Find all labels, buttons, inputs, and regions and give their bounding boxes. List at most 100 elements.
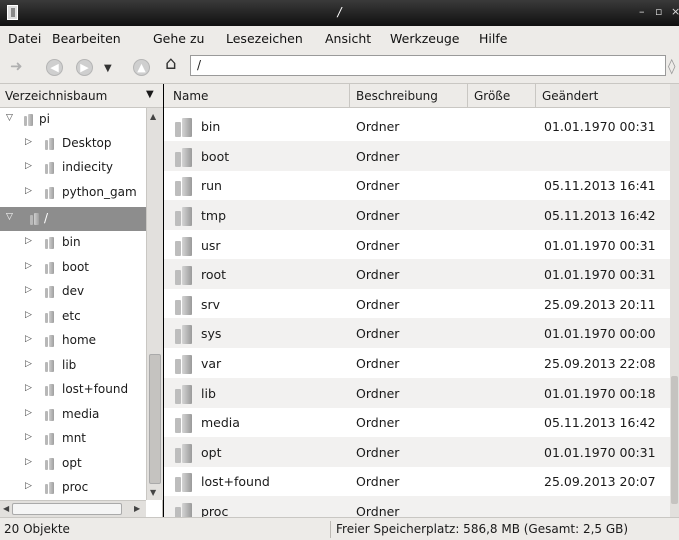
table-row[interactable]: bin Ordner 01.01.1970 00:31 [164, 111, 670, 141]
tree-item-label: etc [62, 309, 81, 323]
scroll-left-icon[interactable]: ◀ [3, 504, 9, 513]
folder-icon [29, 212, 40, 226]
collapsed-arrow-icon[interactable]: ▷ [25, 186, 32, 196]
scroll-down-icon[interactable]: ▼ [150, 488, 156, 497]
row-description: Ordner [356, 149, 400, 164]
table-row[interactable]: var Ordner 25.09.2013 22:08 [164, 348, 670, 378]
menu-bearbeiten[interactable]: Bearbeiten [52, 31, 121, 46]
table-row[interactable]: lib Ordner 01.01.1970 00:18 [164, 378, 670, 408]
tree-item-lost-found[interactable]: ▷ lost+found [0, 378, 146, 402]
scroll-up-icon[interactable]: ▲ [150, 112, 156, 121]
tree-item-label: mnt [62, 431, 86, 445]
collapsed-arrow-icon[interactable]: ▷ [25, 457, 32, 467]
list-scroll-thumb[interactable] [671, 376, 678, 504]
tree-item-label: proc [62, 480, 89, 494]
table-row[interactable]: usr Ordner 01.01.1970 00:31 [164, 230, 670, 260]
tree-item-python-games[interactable]: ▷ python_gam [0, 181, 146, 205]
table-row[interactable]: opt Ordner 01.01.1970 00:31 [164, 437, 670, 467]
list-header: Name Beschreibung Größe Geändert [164, 84, 679, 108]
folder-icon [23, 113, 34, 127]
tree-vertical-scrollbar[interactable]: ▲ ▼ [146, 108, 163, 500]
folder-icon [44, 261, 55, 275]
scroll-right-icon[interactable]: ▶ [134, 504, 140, 513]
tree-item-boot[interactable]: ▷ boot [0, 256, 146, 280]
table-row[interactable]: lost+found Ordner 25.09.2013 20:07 [164, 466, 670, 496]
table-row[interactable]: root Ordner 01.01.1970 00:31 [164, 259, 670, 289]
collapsed-arrow-icon[interactable]: ▷ [25, 383, 32, 393]
table-row[interactable]: tmp Ordner 05.11.2013 16:42 [164, 200, 670, 230]
tree-item-lib[interactable]: ▷ lib [0, 354, 146, 378]
row-description: Ordner [356, 474, 400, 489]
table-row[interactable]: proc Ordner [164, 496, 670, 517]
home-icon[interactable]: ⌂ [165, 55, 176, 73]
menu-hilfe[interactable]: Hilfe [479, 31, 507, 46]
tree-item-indiecity[interactable]: ▷ indiecity [0, 156, 146, 180]
go-icon[interactable]: ◊ [668, 58, 675, 74]
tree-item-root[interactable]: ▽ / [0, 207, 146, 231]
tree-item-proc[interactable]: ▷ proc [0, 476, 146, 500]
tree-item-etc[interactable]: ▷ etc [0, 305, 146, 329]
tree-item-home[interactable]: ▷ home [0, 329, 146, 353]
menu-lesezeichen[interactable]: Lesezeichen [226, 31, 303, 46]
expanded-arrow-icon[interactable]: ▽ [6, 113, 13, 123]
new-tab-icon[interactable]: ➜ [10, 58, 23, 74]
collapsed-arrow-icon[interactable]: ▷ [25, 236, 32, 246]
tree-item-pi[interactable]: ▽ pi [0, 108, 146, 132]
table-row[interactable]: media Ordner 05.11.2013 16:42 [164, 407, 670, 437]
tree-item-desktop[interactable]: ▷ Desktop [0, 132, 146, 156]
column-description[interactable]: Beschreibung [350, 84, 468, 108]
collapsed-arrow-icon[interactable]: ▷ [25, 285, 32, 295]
menu-gehe-zu[interactable]: Gehe zu [153, 31, 204, 46]
tree-item-label: / [44, 211, 49, 225]
back-icon[interactable]: ◀ [46, 59, 63, 76]
row-name: lost+found [201, 474, 270, 489]
row-modified: 01.01.1970 00:31 [544, 238, 656, 253]
collapsed-arrow-icon[interactable]: ▷ [25, 161, 32, 171]
expanded-arrow-icon[interactable]: ▽ [6, 212, 13, 222]
tree-item-mnt[interactable]: ▷ mnt [0, 427, 146, 451]
folder-icon [44, 137, 55, 151]
column-name[interactable]: Name [164, 84, 350, 108]
collapsed-arrow-icon[interactable]: ▷ [25, 334, 32, 344]
tree-item-label: opt [62, 456, 82, 470]
up-icon[interactable]: ▲ [133, 59, 150, 76]
table-row[interactable]: sys Ordner 01.01.1970 00:00 [164, 318, 670, 348]
menu-datei[interactable]: Datei [8, 31, 41, 46]
table-row[interactable]: run Ordner 05.11.2013 16:41 [164, 170, 670, 200]
tree-header[interactable]: Verzeichnisbaum ▼ [0, 84, 163, 108]
tree-item-media[interactable]: ▷ media [0, 403, 146, 427]
tree-scroll-thumb[interactable] [149, 354, 161, 484]
forward-icon[interactable]: ▶ [76, 59, 93, 76]
tree-header-label: Verzeichnisbaum [5, 89, 108, 103]
collapsed-arrow-icon[interactable]: ▷ [25, 408, 32, 418]
collapsed-arrow-icon[interactable]: ▷ [25, 261, 32, 271]
row-name: var [201, 356, 222, 371]
menu-werkzeuge[interactable]: Werkzeuge [390, 31, 460, 46]
tree-item-label: Desktop [62, 136, 112, 150]
tree-item-dev[interactable]: ▷ dev [0, 280, 146, 304]
column-modified[interactable]: Geändert [536, 84, 670, 108]
column-size[interactable]: Größe [468, 84, 536, 108]
collapsed-arrow-icon[interactable]: ▷ [25, 310, 32, 320]
tree-horizontal-scrollbar[interactable]: ◀ ▶ [0, 500, 146, 517]
tree-hscroll-thumb[interactable] [12, 503, 122, 515]
table-row[interactable]: srv Ordner 25.09.2013 20:11 [164, 289, 670, 319]
tree-item-opt[interactable]: ▷ opt [0, 452, 146, 476]
tree-item-bin[interactable]: ▷ bin [0, 231, 146, 255]
row-name: tmp [201, 208, 227, 223]
close-button[interactable]: × [671, 5, 679, 18]
maximize-button[interactable]: ▫ [655, 5, 662, 18]
window-title: / [337, 5, 342, 19]
collapsed-arrow-icon[interactable]: ▷ [25, 359, 32, 369]
folder-icon [44, 310, 55, 324]
table-row[interactable]: boot Ordner [164, 141, 670, 171]
collapsed-arrow-icon[interactable]: ▷ [25, 481, 32, 491]
menu-ansicht[interactable]: Ansicht [325, 31, 371, 46]
collapsed-arrow-icon[interactable]: ▷ [25, 137, 32, 147]
path-input[interactable]: / [190, 55, 666, 76]
list-vertical-scrollbar[interactable] [670, 84, 679, 517]
collapsed-arrow-icon[interactable]: ▷ [25, 432, 32, 442]
history-dropdown-icon[interactable]: ▼ [104, 61, 112, 77]
chevron-down-icon[interactable]: ▼ [146, 89, 154, 100]
minimize-button[interactable]: – [639, 5, 645, 18]
